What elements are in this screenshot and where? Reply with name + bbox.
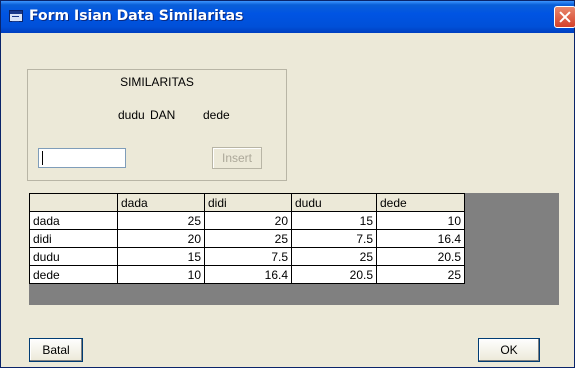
table-cell[interactable]: 25 — [291, 247, 377, 266]
similarity-grid[interactable]: dada didi dudu dede dada 25 20 15 10 did… — [29, 193, 559, 305]
column-header[interactable]: didi — [204, 193, 292, 212]
table-cell[interactable]: 20 — [204, 211, 292, 230]
table-cell[interactable]: 15 — [291, 211, 377, 230]
table-cell[interactable]: 15 — [117, 247, 205, 266]
similarity-value-input[interactable] — [38, 148, 126, 168]
column-header[interactable]: dada — [117, 193, 205, 212]
row-header[interactable]: dada — [29, 211, 118, 230]
table-row: dede 10 16.4 20.5 25 — [29, 265, 465, 284]
table-cell[interactable]: 16.4 — [376, 229, 465, 248]
table-cell[interactable]: 20.5 — [376, 247, 465, 266]
title-bar[interactable]: Form Isian Data Similaritas — [1, 1, 575, 33]
table-cell[interactable]: 25 — [204, 229, 292, 248]
column-header-blank[interactable] — [29, 193, 118, 212]
row-header[interactable]: dede — [29, 265, 118, 284]
table-cell[interactable]: 7.5 — [291, 229, 377, 248]
close-icon[interactable] — [554, 6, 575, 28]
header-row: dada didi dudu dede — [29, 193, 465, 212]
similarity-left-item: dudu — [118, 108, 145, 122]
ok-button[interactable]: OK — [478, 338, 540, 362]
table-cell[interactable]: 10 — [117, 265, 205, 284]
table-cell[interactable]: 25 — [376, 265, 465, 284]
row-header[interactable]: didi — [29, 229, 118, 248]
table-cell[interactable]: 16.4 — [204, 265, 292, 284]
table-row: dada 25 20 15 10 — [29, 211, 465, 230]
table-cell[interactable]: 7.5 — [204, 247, 292, 266]
table-row: dudu 15 7.5 25 20.5 — [29, 247, 465, 266]
batal-button[interactable]: Batal — [29, 338, 83, 362]
table-cell[interactable]: 25 — [117, 211, 205, 230]
table-row: didi 20 25 7.5 16.4 — [29, 229, 465, 248]
table-cell[interactable]: 20.5 — [291, 265, 377, 284]
form-window: Form Isian Data Similaritas SIMILARITAS … — [0, 0, 575, 368]
insert-button: Insert — [212, 147, 262, 169]
row-header[interactable]: dudu — [29, 247, 118, 266]
text-caret — [42, 151, 43, 165]
window-title: Form Isian Data Similaritas — [29, 8, 244, 24]
similarity-group: SIMILARITAS dudu DAN dede Insert — [27, 69, 287, 181]
table-cell[interactable]: 10 — [376, 211, 465, 230]
group-title: SIMILARITAS — [120, 75, 194, 89]
similarity-right-item: dede — [203, 108, 230, 122]
table-cell[interactable]: 20 — [117, 229, 205, 248]
similarity-connector: DAN — [150, 108, 176, 122]
similarity-table: dada didi dudu dede dada 25 20 15 10 did… — [29, 193, 465, 284]
column-header[interactable]: dede — [376, 193, 465, 212]
column-header[interactable]: dudu — [291, 193, 377, 212]
form-window-icon — [9, 10, 23, 22]
